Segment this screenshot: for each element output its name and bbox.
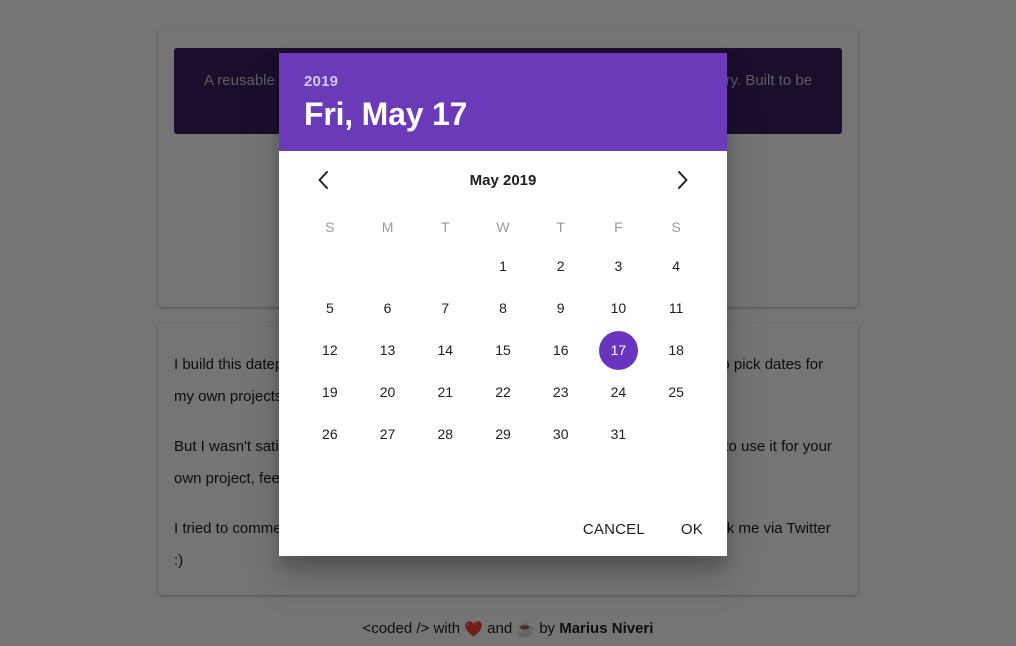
day-number: 19 xyxy=(322,384,338,400)
day-cell[interactable]: 3 xyxy=(590,245,648,287)
day-number: 5 xyxy=(325,300,334,316)
day-cell[interactable]: 14 xyxy=(416,329,474,371)
day-row: 1 2 3 4 xyxy=(301,245,705,287)
day-number: 25 xyxy=(668,384,684,400)
day-cell[interactable]: 30 xyxy=(532,413,590,455)
day-cell[interactable]: 11 xyxy=(647,287,705,329)
day-number xyxy=(368,247,407,286)
day-number: 12 xyxy=(322,342,338,358)
weekday-label: M xyxy=(381,219,394,235)
day-row: 19 20 21 22 23 24 25 xyxy=(301,371,705,413)
day-cell[interactable]: 21 xyxy=(416,371,474,413)
datepicker-year[interactable]: 2019 xyxy=(304,73,702,91)
weekday-label: T xyxy=(441,219,450,235)
day-cell-empty xyxy=(301,245,359,287)
datepicker-actions: CANCEL OK xyxy=(581,515,705,544)
day-number: 8 xyxy=(499,300,507,316)
day-cell[interactable]: 12 xyxy=(301,329,359,371)
day-number: 3 xyxy=(614,258,623,274)
day-cell[interactable]: 22 xyxy=(474,371,532,413)
day-row: 26 27 28 29 30 31 xyxy=(301,413,705,455)
day-number: 23 xyxy=(552,384,569,400)
page-root: A reusable datepicker component built wi… xyxy=(0,0,1016,646)
day-number: 2 xyxy=(556,258,565,274)
day-number: 15 xyxy=(495,342,511,358)
day-number: 7 xyxy=(441,300,450,316)
day-number xyxy=(657,415,696,454)
day-number: 1 xyxy=(499,258,507,274)
day-cell[interactable]: 18 xyxy=(647,329,705,371)
day-cell[interactable]: 20 xyxy=(359,371,417,413)
day-cell[interactable]: 2 xyxy=(532,245,590,287)
day-number: 13 xyxy=(379,342,396,358)
day-cell[interactable]: 9 xyxy=(532,287,590,329)
weekday-label: T xyxy=(556,219,565,235)
day-cell[interactable]: 4 xyxy=(647,245,705,287)
day-row: 5 6 7 8 9 10 11 xyxy=(301,287,705,329)
weekday-label: S xyxy=(671,219,681,235)
day-number: 26 xyxy=(322,426,338,442)
day-number: 17 xyxy=(598,330,638,370)
datepicker-selected-date[interactable]: Fri, May 17 xyxy=(304,93,702,135)
day-number: 16 xyxy=(552,342,569,358)
day-cell[interactable]: 29 xyxy=(474,413,532,455)
day-cell[interactable]: 17 xyxy=(590,329,648,371)
cancel-button[interactable]: CANCEL xyxy=(581,515,647,544)
day-row: 12 13 14 15 16 17 18 xyxy=(301,329,705,371)
day-cell-empty xyxy=(647,413,705,455)
day-cell[interactable]: 1 xyxy=(474,245,532,287)
day-number: 24 xyxy=(610,384,627,400)
day-number: 29 xyxy=(495,426,511,442)
day-cell[interactable]: 31 xyxy=(590,413,648,455)
day-cell[interactable]: 25 xyxy=(647,371,705,413)
day-cell[interactable]: 5 xyxy=(301,287,359,329)
day-cell[interactable]: 24 xyxy=(590,371,648,413)
day-grid: 1 2 3 4 5 6 7 8 9 10 11 12 13 14 15 16 17 18 19 20 21 22 23 24 2… xyxy=(301,245,705,455)
day-number: 22 xyxy=(495,384,511,400)
datepicker-body: May 2019 S M T W T F S 1 2 3 4 5 6 7 8 9 10 11 12 13… xyxy=(279,151,727,556)
datepicker-header: 2019 Fri, May 17 xyxy=(279,53,727,151)
day-number: 9 xyxy=(556,300,565,316)
datepicker-month-label: May 2019 xyxy=(469,171,537,189)
day-cell[interactable]: 28 xyxy=(416,413,474,455)
day-number: 10 xyxy=(610,300,627,316)
day-cell[interactable]: 23 xyxy=(532,371,590,413)
day-number xyxy=(310,247,349,286)
day-number: 11 xyxy=(668,300,684,316)
day-number: 14 xyxy=(437,342,454,358)
ok-button[interactable]: OK xyxy=(679,515,705,544)
day-number: 31 xyxy=(610,426,627,442)
day-number: 6 xyxy=(383,300,392,316)
weekday-label: S xyxy=(325,219,335,235)
day-cell[interactable]: 6 xyxy=(359,287,417,329)
day-number xyxy=(426,247,465,286)
day-cell[interactable]: 15 xyxy=(474,329,532,371)
day-cell[interactable]: 16 xyxy=(532,329,590,371)
weekday-header-row: S M T W T F S xyxy=(301,209,705,245)
day-number: 18 xyxy=(668,342,684,358)
day-number: 30 xyxy=(552,426,569,442)
day-cell[interactable]: 8 xyxy=(474,287,532,329)
day-cell[interactable]: 7 xyxy=(416,287,474,329)
day-number: 4 xyxy=(672,258,681,274)
day-cell[interactable]: 10 xyxy=(590,287,648,329)
day-cell-empty xyxy=(416,245,474,287)
day-number: 27 xyxy=(379,426,396,442)
next-month-icon[interactable] xyxy=(671,168,695,192)
day-cell[interactable]: 13 xyxy=(359,329,417,371)
day-cell[interactable]: 26 xyxy=(301,413,359,455)
weekday-label: F xyxy=(614,219,623,235)
prev-month-icon[interactable] xyxy=(311,168,335,192)
day-cell[interactable]: 19 xyxy=(301,371,359,413)
day-number: 28 xyxy=(437,426,454,442)
day-number: 20 xyxy=(379,384,396,400)
datepicker-dialog: 2019 Fri, May 17 May 2019 S M T W T F S … xyxy=(279,53,727,556)
datepicker-nav: May 2019 xyxy=(301,151,705,209)
day-cell-empty xyxy=(359,245,417,287)
day-number: 21 xyxy=(437,384,454,400)
day-cell[interactable]: 27 xyxy=(359,413,417,455)
weekday-label: W xyxy=(496,219,510,235)
